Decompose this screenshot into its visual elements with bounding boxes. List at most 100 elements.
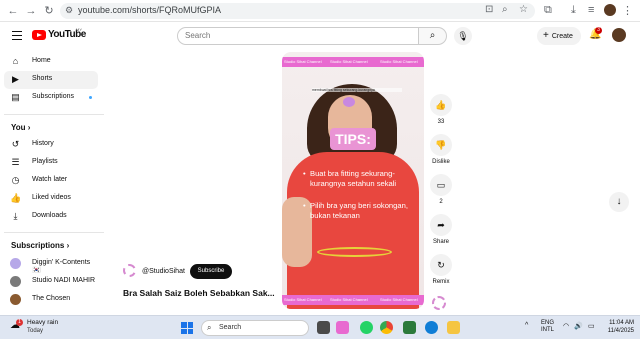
sidebar-item-playlists[interactable]: ☰ Playlists [4, 154, 98, 172]
extensions-icon[interactable]: ⧉ [544, 4, 552, 17]
sidebar-sub-item[interactable]: Studio NADI MAHIR [4, 273, 98, 291]
sidebar-item-label: Shorts [32, 75, 53, 82]
install-icon[interactable]: ⊡ [485, 4, 493, 15]
sidebar-item-downloads[interactable]: ⤓ Downloads [4, 208, 98, 226]
clock[interactable]: 11:04 AM 11/4/2025 [604, 319, 634, 335]
whatsapp-icon[interactable] [360, 321, 373, 334]
url-text[interactable]: youtube.com/shorts/FQRoMUfGPIA [78, 5, 221, 15]
file-explorer-icon[interactable] [447, 321, 460, 334]
sidebar-item-label: Liked videos [32, 194, 71, 201]
reload-icon[interactable]: ↻ [42, 4, 56, 18]
video-person-arm [282, 197, 312, 267]
taskbar-search-placeholder: Search [219, 324, 242, 331]
dislike-button[interactable]: 👎 [430, 134, 452, 156]
download-icon[interactable]: ⤓ [571, 4, 576, 17]
brand-strip-bottom: Studio Sihat Channel Studio Sihat Channe… [282, 295, 424, 305]
comment-count: 2 [439, 199, 443, 205]
channel-logo-icon [343, 97, 355, 107]
menu-icon[interactable]: ≡ [588, 4, 594, 16]
channel-name[interactable]: @StudioSihat [142, 268, 185, 275]
short-video-player[interactable]: Studio Sihat Channel Studio Sihat Channe… [282, 52, 424, 309]
playlists-icon: ☰ [11, 157, 20, 167]
share-button[interactable]: ➦ [430, 214, 452, 236]
battery-icon[interactable]: ▭ [588, 322, 595, 330]
tip-bullet: Pilih bra yang beri sokongan, bukan teka… [303, 201, 418, 221]
share-label: Share [432, 239, 449, 245]
sidebar-item-label: Diggin' K-Contents 🇰🇷 [32, 259, 91, 274]
video-caption: membuat bra fitting sekurang-kurangnya [312, 88, 402, 92]
search-box[interactable] [177, 27, 419, 45]
app-icon[interactable] [336, 321, 349, 334]
avatar[interactable] [612, 28, 626, 42]
plus-icon: + [543, 30, 549, 41]
profile-avatar[interactable] [604, 4, 616, 16]
subscribe-button[interactable]: Subscribe [190, 264, 232, 279]
divider [4, 232, 104, 233]
channel-avatar[interactable] [123, 264, 136, 277]
remix-icon: ↻ [437, 260, 445, 270]
edge-icon[interactable] [425, 321, 438, 334]
yt-header: YouTube MY ⌕ 🎙 +Create 🔔 3 [0, 22, 640, 50]
like-button[interactable]: 👍 [430, 94, 452, 116]
arrow-right-icon[interactable]: → [24, 4, 38, 18]
search-icon: ⌕ [429, 30, 436, 41]
you-title-text: You [11, 123, 26, 132]
comment-icon: ▭ [436, 180, 446, 190]
arrow-left-icon[interactable]: ← [6, 4, 20, 18]
sidebar-sub-item[interactable]: Diggin' K-Contents 🇰🇷 [4, 255, 98, 274]
site-info-icon[interactable]: ⚙ [65, 5, 73, 16]
language-indicator[interactable]: ENG INTL [541, 320, 554, 334]
chrome-icon[interactable] [380, 321, 393, 334]
sidebar-item-label: The Chosen [32, 295, 71, 302]
windows-taskbar: ☁ 1 Heavy rain Today ⌕ Search ^ ENG INTL … [0, 315, 640, 339]
channel-avatar [10, 276, 21, 287]
taskbar-search[interactable]: ⌕ Search [201, 320, 309, 336]
comment-button[interactable]: ▭ [430, 174, 452, 196]
sidebar-item-watch-later[interactable]: ◷ Watch later [4, 172, 98, 190]
task-view-icon[interactable] [317, 321, 330, 334]
next-short-button[interactable]: ↓ [609, 192, 629, 212]
chevron-up-icon[interactable]: ^ [525, 322, 528, 329]
subscriptions-section-title[interactable]: Subscriptions › [11, 241, 69, 250]
brand-strip-text: Studio Sihat Channel [284, 297, 322, 302]
volume-icon[interactable]: 🔊 [574, 322, 583, 330]
measuring-tape [317, 247, 392, 257]
weather-sub: Today [27, 328, 44, 334]
logo-country: MY [76, 27, 82, 32]
bookmark-star-icon[interactable]: ☆ [519, 4, 528, 15]
mic-button[interactable]: 🎙 [454, 27, 472, 45]
more-vert-icon[interactable]: ⋮ [622, 4, 633, 17]
wifi-icon[interactable]: ◠ [563, 322, 569, 330]
create-button[interactable]: + Create [537, 27, 581, 45]
sidebar-item-subscriptions[interactable]: ▤ Subscriptions [4, 89, 98, 107]
lang-primary: ENG [541, 320, 555, 326]
brand-strip-text: Studio Sihat Channel [284, 59, 322, 64]
clock-date: 11/4/2025 [607, 328, 634, 334]
create-label: Create [551, 33, 573, 40]
browser-toolbar: ← → ↻ ⚙ youtube.com/shorts/FQRoMUfGPIA ⊡… [0, 0, 640, 22]
hamburger-menu-icon[interactable] [12, 31, 22, 40]
app-icon[interactable] [403, 321, 416, 334]
windows-start-icon[interactable] [181, 322, 193, 334]
weather-title[interactable]: Heavy rain [27, 319, 58, 326]
like-count: 33 [437, 119, 445, 125]
short-title[interactable]: Bra Salah Saiz Boleh Sebabkan Sak... [123, 288, 283, 298]
zoom-icon[interactable]: ⌕ [502, 4, 508, 15]
arrow-down-icon: ↓ [616, 196, 622, 207]
home-icon: ⌂ [12, 56, 19, 66]
sidebar-item-home[interactable]: ⌂ Home [4, 53, 98, 71]
search-button[interactable]: ⌕ [419, 27, 447, 45]
sidebar-item-liked-videos[interactable]: 👍 Liked videos [4, 190, 98, 208]
brand-strip-text: Studio Sihat Channel [380, 59, 418, 64]
search-input[interactable] [185, 31, 405, 40]
remix-button[interactable]: ↻ [430, 254, 452, 276]
sidebar-sub-item[interactable]: The Chosen [4, 291, 98, 309]
sidebar: ⌂ Home ▶ Shorts ▤ Subscriptions You › ↺ … [0, 52, 110, 315]
sidebar-item-shorts[interactable]: ▶ Shorts [4, 71, 98, 89]
youtube-logo-icon[interactable] [32, 30, 46, 40]
you-section-title[interactable]: You › [11, 123, 30, 132]
sidebar-item-history[interactable]: ↺ History [4, 136, 98, 154]
brand-strip-text: Studio Sihat Channel [330, 59, 368, 64]
sound-source-avatar[interactable] [432, 296, 446, 310]
address-bar[interactable]: ⚙ youtube.com/shorts/FQRoMUfGPIA ⊡ ⌕ ☆ [60, 3, 535, 19]
